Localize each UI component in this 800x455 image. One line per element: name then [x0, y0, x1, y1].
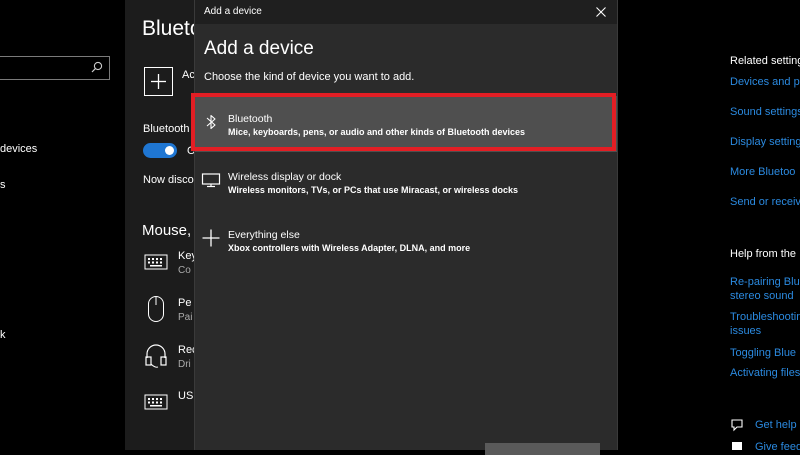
- monitor-icon: [201, 173, 221, 188]
- section-heading-mouse: Mouse,: [142, 222, 192, 239]
- plus-icon: [202, 229, 220, 247]
- device-name[interactable]: Pe: [178, 297, 191, 309]
- option-bluetooth[interactable]: Bluetooth Mice, keyboards, pens, or audi…: [195, 96, 617, 152]
- option-description: Mice, keyboards, pens, or audio and othe…: [228, 127, 526, 137]
- device-status: Co: [178, 265, 191, 276]
- device-status: Dri: [178, 359, 191, 370]
- link-troubleshooting-2[interactable]: issues: [730, 325, 761, 337]
- link-give-feedback[interactable]: Give feed: [755, 441, 800, 450]
- link-get-help[interactable]: Get help: [755, 419, 797, 431]
- option-description: Xbox controllers with Wireless Adapter, …: [228, 243, 471, 253]
- feedback-icon: [732, 442, 742, 450]
- option-wireless-display[interactable]: Wireless display or dock Wireless monito…: [195, 154, 617, 210]
- option-label: Bluetooth: [228, 113, 273, 125]
- device-status: Pai: [178, 312, 193, 323]
- link-activating-files[interactable]: Activating files: [730, 367, 800, 379]
- dialog-heading: Add a device: [204, 38, 314, 59]
- option-label: Wireless display or dock: [228, 171, 342, 183]
- toggle-knob: [165, 146, 174, 155]
- close-icon[interactable]: [593, 4, 609, 20]
- add-device-dialog: Add a device Add a device Choose the kin…: [191, 0, 618, 455]
- link-sound-settings[interactable]: Sound settings: [730, 106, 800, 118]
- bluetooth-label: Bluetooth: [143, 123, 190, 135]
- discoverable-text: Now disco: [143, 174, 194, 186]
- option-everything-else[interactable]: Everything else Xbox controllers with Wi…: [195, 212, 617, 268]
- chat-help-icon: [731, 419, 743, 432]
- option-label: Everything else: [228, 229, 300, 241]
- plus-icon: [151, 74, 166, 89]
- option-description: Wireless monitors, TVs, or PCs that use …: [228, 185, 519, 195]
- help-heading: Help from the: [730, 248, 797, 260]
- link-toggling-bluetooth[interactable]: Toggling Blue: [730, 347, 796, 359]
- related-settings-pane: Related setting Devices and pr Sound set…: [618, 0, 800, 450]
- search-input[interactable]: [0, 56, 110, 80]
- bluetooth-settings-pane: Blueto Ac Bluetooth O Now disco Mouse, K…: [125, 0, 195, 450]
- add-device-button[interactable]: [144, 67, 173, 96]
- settings-nav-pane: devices s k: [0, 0, 125, 450]
- keyboard-icon: [144, 254, 168, 270]
- cancel-button[interactable]: [485, 443, 600, 455]
- link-display-settings[interactable]: Display setting: [730, 136, 800, 148]
- dialog-subtitle: Choose the kind of device you want to ad…: [204, 71, 415, 83]
- bluetooth-toggle[interactable]: [143, 143, 177, 158]
- link-repairing-bluetooth[interactable]: Re-pairing Blue: [730, 276, 800, 288]
- device-name[interactable]: Key: [178, 250, 195, 262]
- device-name[interactable]: Rec: [178, 344, 195, 356]
- nav-item[interactable]: k: [0, 329, 6, 341]
- link-troubleshooting[interactable]: Troubleshootin: [730, 311, 800, 323]
- mouse-icon: [148, 296, 164, 322]
- page-title: Blueto: [142, 17, 195, 40]
- link-more-bluetooth[interactable]: More Bluetoo: [730, 166, 795, 178]
- add-device-label: Ac: [182, 69, 195, 81]
- link-devices-and-printers[interactable]: Devices and pr: [730, 76, 800, 88]
- related-settings-heading: Related setting: [730, 55, 800, 67]
- device-name[interactable]: USI: [178, 390, 195, 402]
- headset-icon: [145, 344, 167, 368]
- link-send-receive[interactable]: Send or receiv: [730, 196, 800, 208]
- dialog-titlebar[interactable]: Add a device: [195, 0, 617, 24]
- link-repairing-bluetooth-2[interactable]: stereo sound: [730, 290, 794, 302]
- keyboard-icon: [144, 394, 168, 410]
- nav-item-devices[interactable]: devices: [0, 143, 37, 155]
- dialog-window-title: Add a device: [204, 6, 262, 17]
- bluetooth-icon: [206, 114, 216, 130]
- search-icon: [91, 61, 103, 73]
- nav-item[interactable]: s: [0, 179, 6, 191]
